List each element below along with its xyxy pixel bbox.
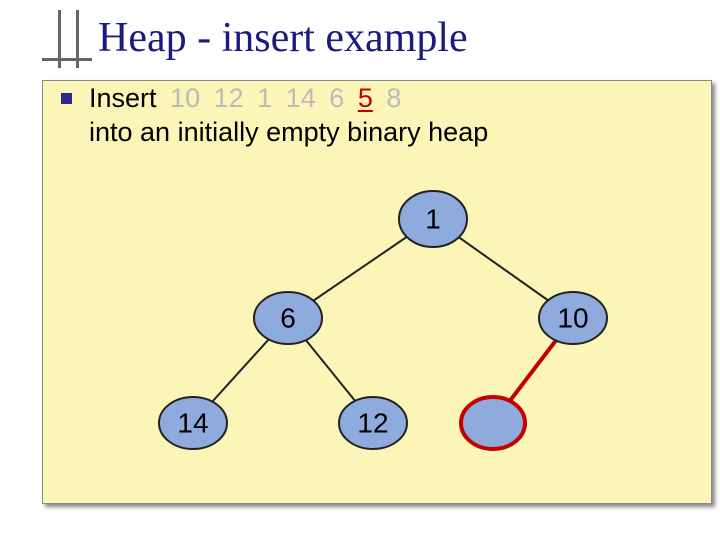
node-lr-label: 12 [357, 408, 388, 439]
seq-1: 12 [214, 83, 244, 113]
seq-2: 1 [257, 83, 272, 113]
content-panel: Insert 10 12 1 14 6 5 8 into an initiall… [42, 80, 712, 504]
seq-5-current: 5 [358, 83, 373, 113]
seq-6: 8 [386, 83, 401, 113]
seq-3: 14 [286, 83, 316, 113]
insert-sequence-line: Insert 10 12 1 14 6 5 8 [89, 83, 401, 114]
node-root-label: 1 [425, 204, 441, 235]
node-ll-label: 14 [177, 408, 208, 439]
insert-label: Insert [89, 83, 157, 113]
bullet-icon [61, 93, 72, 104]
insert-description: into an initially empty binary heap [89, 117, 488, 148]
node-left-label: 6 [280, 303, 296, 334]
slide-title: Heap - insert example [98, 14, 468, 62]
seq-0: 10 [170, 83, 200, 113]
heap-tree-diagram: 1 6 10 14 12 [43, 167, 713, 497]
seq-4: 6 [329, 83, 344, 113]
node-right-label: 10 [557, 303, 588, 334]
node-rl-inserted [461, 397, 525, 449]
